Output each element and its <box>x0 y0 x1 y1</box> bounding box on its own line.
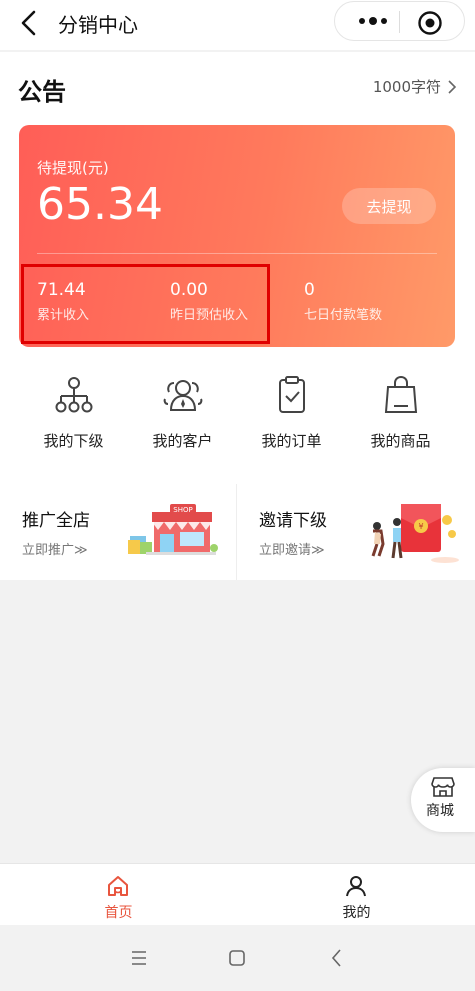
menu-my-orders[interactable]: 我的订单 <box>237 374 346 474</box>
more-dot-icon <box>381 18 387 24</box>
menu-label: 我的下级 <box>43 432 104 450</box>
more-dot-icon <box>369 17 377 25</box>
pending-withdraw-label: 待提现(元) <box>37 159 109 177</box>
mall-float-button[interactable]: 商城 <box>411 768 475 832</box>
notice-link-text: 1000字符 <box>372 78 441 96</box>
card-divider <box>37 253 437 254</box>
user-icon <box>346 876 366 897</box>
shop-sign-text: SHOP <box>173 506 192 514</box>
back-system-button[interactable] <box>322 943 352 973</box>
mini-program-capsule <box>334 1 465 41</box>
capsule-divider <box>399 11 400 33</box>
invite-illustration: ¥ <box>371 504 459 563</box>
chevron-right-icon <box>448 79 457 94</box>
close-button[interactable] <box>417 10 443 36</box>
customers-icon <box>163 380 202 411</box>
page-title: 分销中心 <box>58 13 138 37</box>
menu-my-products[interactable]: 我的商品 <box>346 374 455 474</box>
shopping-bag-icon <box>384 375 417 413</box>
clipboard-icon <box>278 376 305 413</box>
tab-label: 首页 <box>104 905 133 921</box>
promo-title: 推广全店 <box>22 511 90 531</box>
promo-sub: 立即推广≫ <box>22 543 88 558</box>
stat-seven-day-payments[interactable]: 0 七日付款笔数 <box>304 280 382 323</box>
svg-text:¥: ¥ <box>418 522 423 531</box>
highlight-box <box>21 264 270 344</box>
mall-label: 商城 <box>426 803 454 819</box>
pending-withdraw-amount: 65.34 <box>37 179 163 230</box>
menu-my-customers[interactable]: 我的客户 <box>128 374 237 474</box>
recent-apps-button[interactable] <box>124 943 154 973</box>
promo-title: 邀请下级 <box>259 511 327 531</box>
notice-title: 公告 <box>18 78 66 106</box>
title-bar: 分销中心 <box>0 0 475 50</box>
hierarchy-icon <box>55 377 92 413</box>
stat-caption: 七日付款笔数 <box>304 308 383 323</box>
tab-home[interactable]: 首页 <box>0 864 237 926</box>
square-icon <box>229 950 245 966</box>
menu-lines-icon <box>132 951 146 965</box>
promo-store[interactable]: 推广全店 立即推广≫ SHOP <box>0 484 236 580</box>
notice-link[interactable]: 1000字符 <box>373 76 457 97</box>
back-button[interactable] <box>14 8 44 38</box>
chevron-left-icon <box>331 949 341 967</box>
promo-section: 推广全店 立即推广≫ SHOP 邀请下级 立即邀请≫ ¥ <box>0 484 475 580</box>
shop-illustration: SHOP <box>128 504 218 555</box>
tab-bar: 首页 我的 <box>0 863 475 925</box>
more-button[interactable] <box>353 10 393 32</box>
home-icon <box>108 876 128 896</box>
close-target-icon <box>418 11 442 35</box>
tab-mine[interactable]: 我的 <box>238 864 475 926</box>
storefront-icon <box>431 777 455 797</box>
system-nav-bar <box>0 925 475 991</box>
more-dot-icon <box>359 18 365 24</box>
menu-label: 我的客户 <box>152 432 213 450</box>
menu-label: 我的商品 <box>370 432 431 450</box>
home-system-button[interactable] <box>222 943 252 973</box>
menu-my-subordinates[interactable]: 我的下级 <box>19 374 128 474</box>
promo-sub: 立即邀请≫ <box>259 543 325 558</box>
stat-value: 0 <box>304 280 315 300</box>
chevron-left-icon <box>21 10 36 36</box>
quick-menu: 我的下级 我的客户 我的订单 我的商品 <box>0 374 475 474</box>
promo-invite[interactable]: 邀请下级 立即邀请≫ ¥ <box>237 484 473 580</box>
tab-label: 我的 <box>342 905 371 921</box>
menu-label: 我的订单 <box>261 432 322 450</box>
withdraw-button[interactable]: 去提现 <box>342 188 436 224</box>
